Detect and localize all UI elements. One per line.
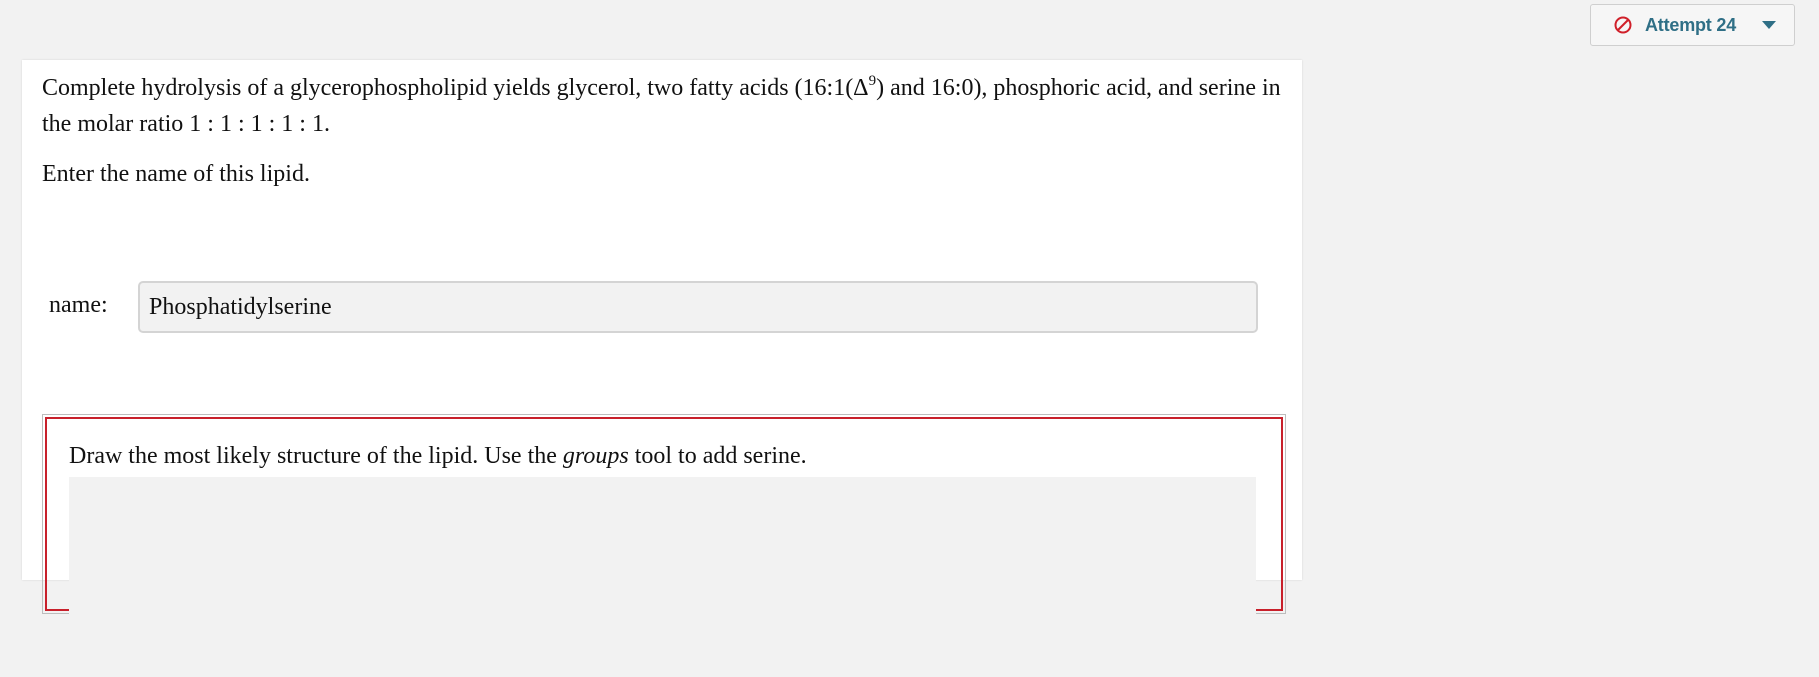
question-card: Complete hydrolysis of a glycerophosphol… [22, 60, 1302, 677]
question-text: Complete hydrolysis of a glycerophosphol… [42, 70, 1292, 142]
caret-down-icon [1762, 21, 1776, 29]
drawing-prompt-part1: Draw the most likely structure of the li… [69, 443, 563, 469]
ban-icon [1613, 15, 1633, 35]
name-label: name: [49, 292, 108, 318]
question-text-part1: Complete hydrolysis of a glycerophosphol… [42, 75, 869, 101]
name-input[interactable] [138, 281, 1258, 333]
attempt-dropdown-button[interactable]: Attempt 24 [1590, 4, 1795, 46]
drawing-panel: Draw the most likely structure of the li… [42, 414, 1286, 677]
question-superscript: 9 [868, 73, 877, 89]
instruction-text: Enter the name of this lipid. [42, 161, 310, 187]
drawing-prompt-part2: tool to add serine. [628, 443, 807, 469]
drawing-canvas[interactable] [69, 477, 1256, 677]
drawing-prompt-groups: groups [562, 443, 629, 469]
drawing-panel-inner: Draw the most likely structure of the li… [45, 417, 1283, 677]
drawing-prompt: Draw the most likely structure of the li… [69, 443, 807, 470]
attempt-label: Attempt 24 [1645, 14, 1737, 35]
